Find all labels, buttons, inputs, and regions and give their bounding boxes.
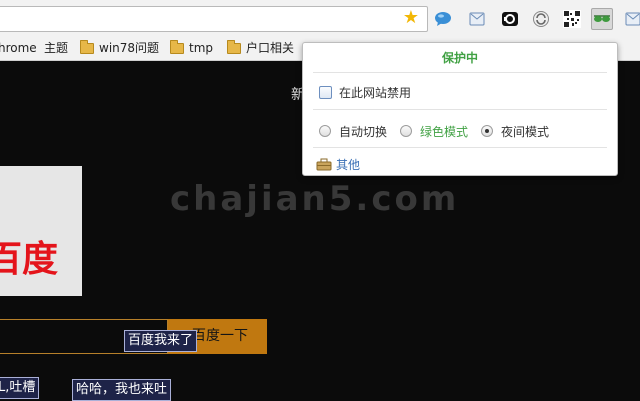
- radio-night-mode-label[interactable]: 夜间模式: [501, 123, 549, 140]
- mode-radio-group: 自动切换 绿色模式 夜间模式: [319, 122, 562, 140]
- bookmark-folder-tmp[interactable]: tmp: [170, 39, 213, 56]
- radio-auto-switch-label[interactable]: 自动切换: [339, 123, 387, 140]
- folder-icon: [227, 39, 241, 54]
- night-mode-popup: 保护中 在此网站禁用 自动切换 绿色模式 夜间模式 其他: [302, 42, 618, 176]
- qr-code-icon[interactable]: [561, 8, 583, 30]
- bookmark-folder-hukou[interactable]: 户口相关: [227, 39, 294, 56]
- bookmark-folder-win78[interactable]: win78问题: [80, 39, 159, 56]
- divider: [313, 147, 607, 148]
- disable-site-label: 在此网站禁用: [339, 85, 412, 100]
- mail-icon[interactable]: [466, 8, 488, 30]
- other-link[interactable]: 其他: [316, 156, 360, 172]
- radio-auto-switch[interactable]: [319, 125, 331, 137]
- disable-site-option[interactable]: 在此网站禁用: [319, 83, 411, 101]
- popup-status-title: 保护中: [441, 51, 478, 65]
- danmu-comment: 百度我来了: [124, 330, 198, 352]
- address-bar[interactable]: [0, 6, 428, 32]
- mail-icon[interactable]: [622, 8, 640, 30]
- chat-bubble-icon[interactable]: [432, 8, 454, 30]
- bookmark-theme[interactable]: 主题: [44, 40, 68, 56]
- disable-site-checkbox[interactable]: [319, 85, 332, 99]
- danmu-comment: L,吐槽: [0, 377, 40, 399]
- divider: [313, 72, 607, 73]
- other-label: 其他: [336, 157, 361, 172]
- radio-night-mode[interactable]: [481, 125, 494, 137]
- bookmark-chrome[interactable]: hrome: [0, 40, 37, 56]
- sunglasses-icon[interactable]: [591, 8, 613, 30]
- browser-toolbar: ★: [0, 0, 640, 36]
- sync-icon[interactable]: [499, 8, 521, 30]
- refresh-icon[interactable]: [530, 8, 552, 30]
- toolbox-icon: [316, 158, 332, 170]
- danmu-comment: 哈哈，我也来吐: [72, 379, 172, 401]
- radio-green-mode-label[interactable]: 绿色模式: [420, 123, 468, 140]
- folder-icon: [80, 39, 94, 54]
- bookmark-star-icon[interactable]: ★: [402, 9, 420, 27]
- folder-icon: [170, 39, 184, 54]
- baidu-logo: 百度: [0, 166, 82, 296]
- radio-green-mode[interactable]: [400, 125, 413, 137]
- watermark: chajian5.com: [170, 179, 460, 219]
- divider: [313, 109, 607, 110]
- logo-text: 百度: [0, 239, 59, 280]
